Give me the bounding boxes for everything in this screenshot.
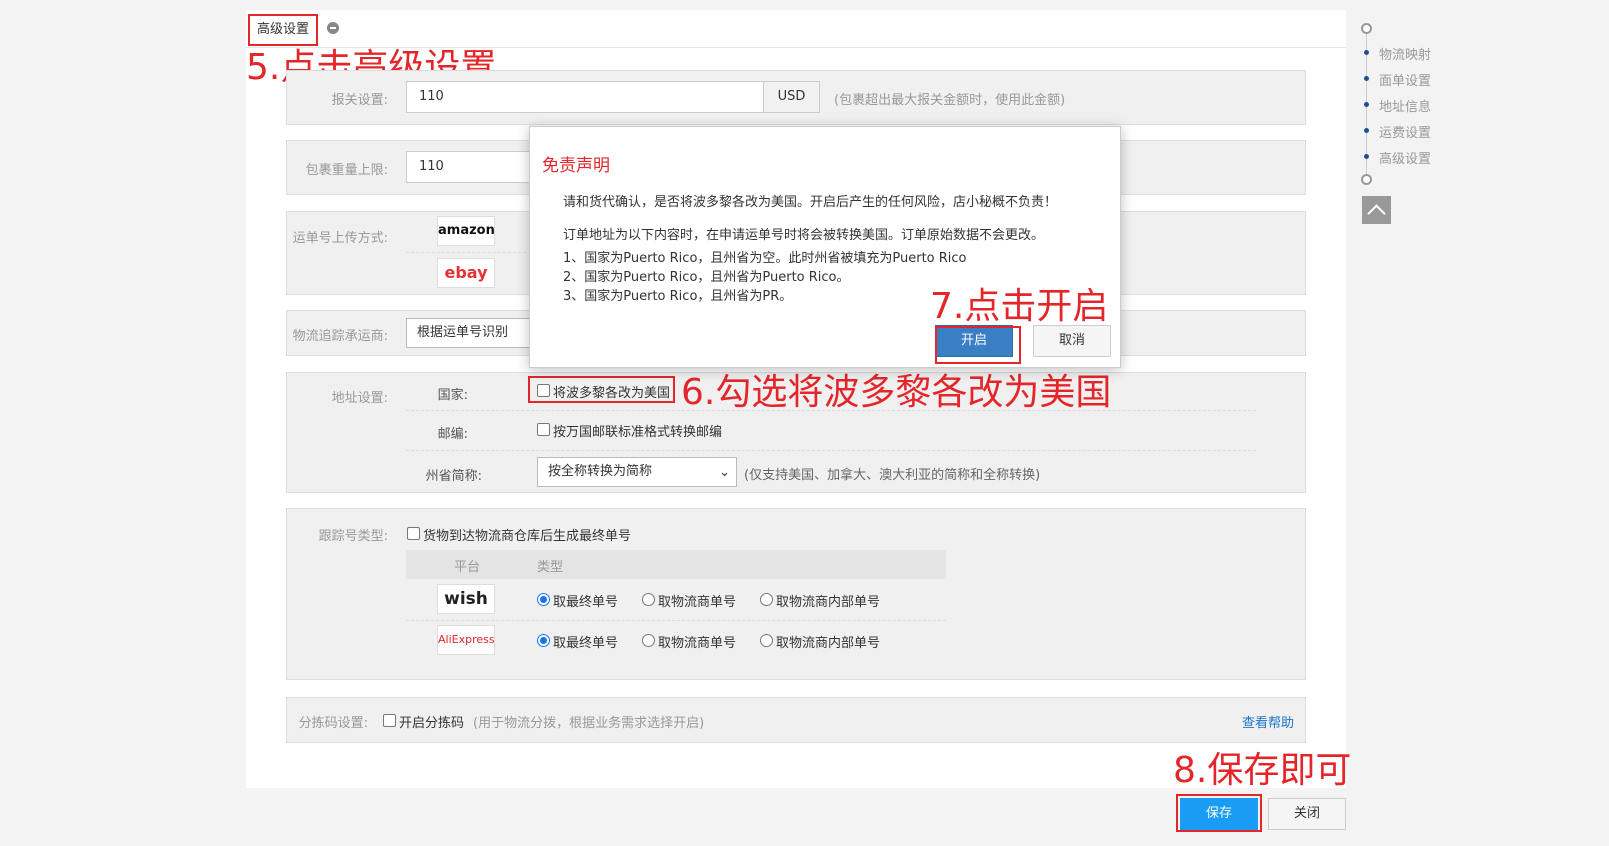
divider: [406, 450, 1256, 451]
dialog-title: 免责声明: [542, 156, 610, 176]
final-number-checkbox[interactable]: [407, 527, 420, 540]
tracking-type-label: 跟踪号类型:: [318, 529, 388, 544]
table-cell: 取物流商内部单号: [776, 636, 881, 651]
annotation-step7: 7.点击开启: [930, 286, 1109, 327]
customs-label: 报关设置:: [331, 93, 388, 108]
table-cell: 取物流商单号: [658, 595, 737, 610]
wish-radio-final[interactable]: [537, 593, 550, 606]
carrier-label: 物流追踪承运商:: [292, 329, 388, 344]
aliexpress-logo: AliExpress: [437, 625, 495, 655]
weight-value-input[interactable]: 110: [406, 151, 530, 183]
highlight-box-enable: [935, 326, 1021, 364]
sorting-option-label[interactable]: 开启分拣码: [399, 712, 464, 731]
table-cell: 取物流商内部单号: [776, 595, 881, 610]
annotation-step6: 6.勾选将波多黎各改为美国: [681, 372, 1112, 413]
table-cell: 取最终单号: [553, 636, 619, 651]
aliexpress-radio-carrier[interactable]: [642, 634, 655, 647]
final-number-option-label[interactable]: 货物到达物流商仓库后生成最终单号: [423, 525, 631, 544]
save-button[interactable]: 保存: [1180, 798, 1258, 830]
col-type: 类型: [537, 560, 564, 575]
dialog-item3: 3、国家为Puerto Rico，且州省为PR。: [563, 289, 793, 304]
amazon-logo: amazon: [437, 216, 495, 246]
dialog-line1: 请和货代确认，是否将波多黎各改为美国。开启后产生的任何风险，店小秘概不负责！: [563, 195, 1058, 210]
wish-radio-carrier[interactable]: [642, 593, 655, 606]
section-title-advanced[interactable]: 高级设置: [248, 14, 318, 46]
disclaimer-dialog: 免责声明 请和货代确认，是否将波多黎各改为美国。开启后产生的任何风险，店小秘概不…: [529, 126, 1121, 368]
dialog-item1: 1、国家为Puerto Rico，且州省为空。此时州省被填充为Puerto Ri…: [563, 251, 967, 266]
state-hint: (仅支持美国、加拿大、澳大利亚的简称和全称转换): [744, 468, 1041, 483]
nav-item-label-settings[interactable]: 面单设置: [1379, 70, 1431, 89]
state-abbrev-value: 按全称转换为简称: [548, 464, 653, 479]
annotation-step8: 8.保存即可: [1173, 750, 1352, 791]
close-button[interactable]: 关闭: [1268, 798, 1346, 830]
divider: [406, 620, 946, 621]
customs-hint: (包裹超出最大报关金额时，使用此金额): [834, 93, 1066, 108]
nav-end-ring: [1361, 174, 1372, 185]
back-to-top-icon[interactable]: [1362, 196, 1391, 224]
nav-dot: [1364, 50, 1369, 55]
col-platform: 平台: [454, 560, 481, 575]
weight-label: 包裹重量上限:: [305, 163, 388, 178]
nav-item-logistics-mapping[interactable]: 物流映射: [1379, 44, 1431, 63]
nav-dot: [1364, 154, 1369, 159]
dialog-line2: 订单地址为以下内容时，在申请运单号时将会被转换美国。订单原始数据不会更改。: [563, 228, 1045, 243]
state-label: 州省简称:: [425, 469, 482, 484]
nav-dot: [1364, 102, 1369, 107]
state-abbrev-select[interactable]: 按全称转换为简称 ⌄: [537, 457, 737, 487]
tracking-upload-label: 运单号上传方式:: [292, 231, 388, 246]
cancel-button[interactable]: 取消: [1033, 325, 1111, 357]
divider: [406, 252, 526, 253]
sorting-checkbox[interactable]: [383, 714, 396, 727]
dialog-item2: 2、国家为Puerto Rico，且州省为Puerto Rico。: [563, 270, 850, 285]
chevron-down-icon: ⌄: [719, 465, 730, 480]
nav-item-advanced-settings[interactable]: 高级设置: [1379, 148, 1431, 167]
nav-dot: [1364, 76, 1369, 81]
carrier-select[interactable]: 根据运单号识别: [406, 318, 530, 348]
collapse-icon[interactable]: [327, 22, 339, 34]
panel-header: 高级设置: [246, 10, 1346, 48]
table-cell: 取最终单号: [553, 595, 619, 610]
nav-item-address-info[interactable]: 地址信息: [1379, 96, 1431, 115]
ebay-logo: ebay: [437, 258, 495, 288]
zip-format-option-label[interactable]: 按万国邮联标准格式转换邮编: [553, 421, 722, 440]
wish-logo: wish: [437, 584, 495, 614]
currency-addon: USD: [763, 81, 820, 113]
nav-start-ring: [1361, 23, 1372, 34]
zip-format-checkbox[interactable]: [537, 423, 550, 436]
table-cell: 取物流商单号: [658, 636, 737, 651]
zip-label: 邮编:: [437, 427, 468, 442]
address-label: 地址设置:: [331, 391, 388, 406]
help-link[interactable]: 查看帮助: [1242, 712, 1294, 731]
wish-radio-internal[interactable]: [760, 593, 773, 606]
nav-item-freight-settings[interactable]: 运费设置: [1379, 122, 1431, 141]
aliexpress-radio-final[interactable]: [537, 634, 550, 647]
table-header: [406, 550, 946, 579]
nav-dot: [1364, 128, 1369, 133]
aliexpress-radio-internal[interactable]: [760, 634, 773, 647]
customs-value-input[interactable]: 110: [406, 81, 764, 113]
highlight-box-country: [528, 376, 675, 403]
country-label: 国家:: [437, 388, 468, 403]
sorting-hint: (用于物流分拨，根据业务需求选择开启): [473, 716, 705, 731]
sorting-label: 分拣码设置:: [298, 716, 368, 731]
